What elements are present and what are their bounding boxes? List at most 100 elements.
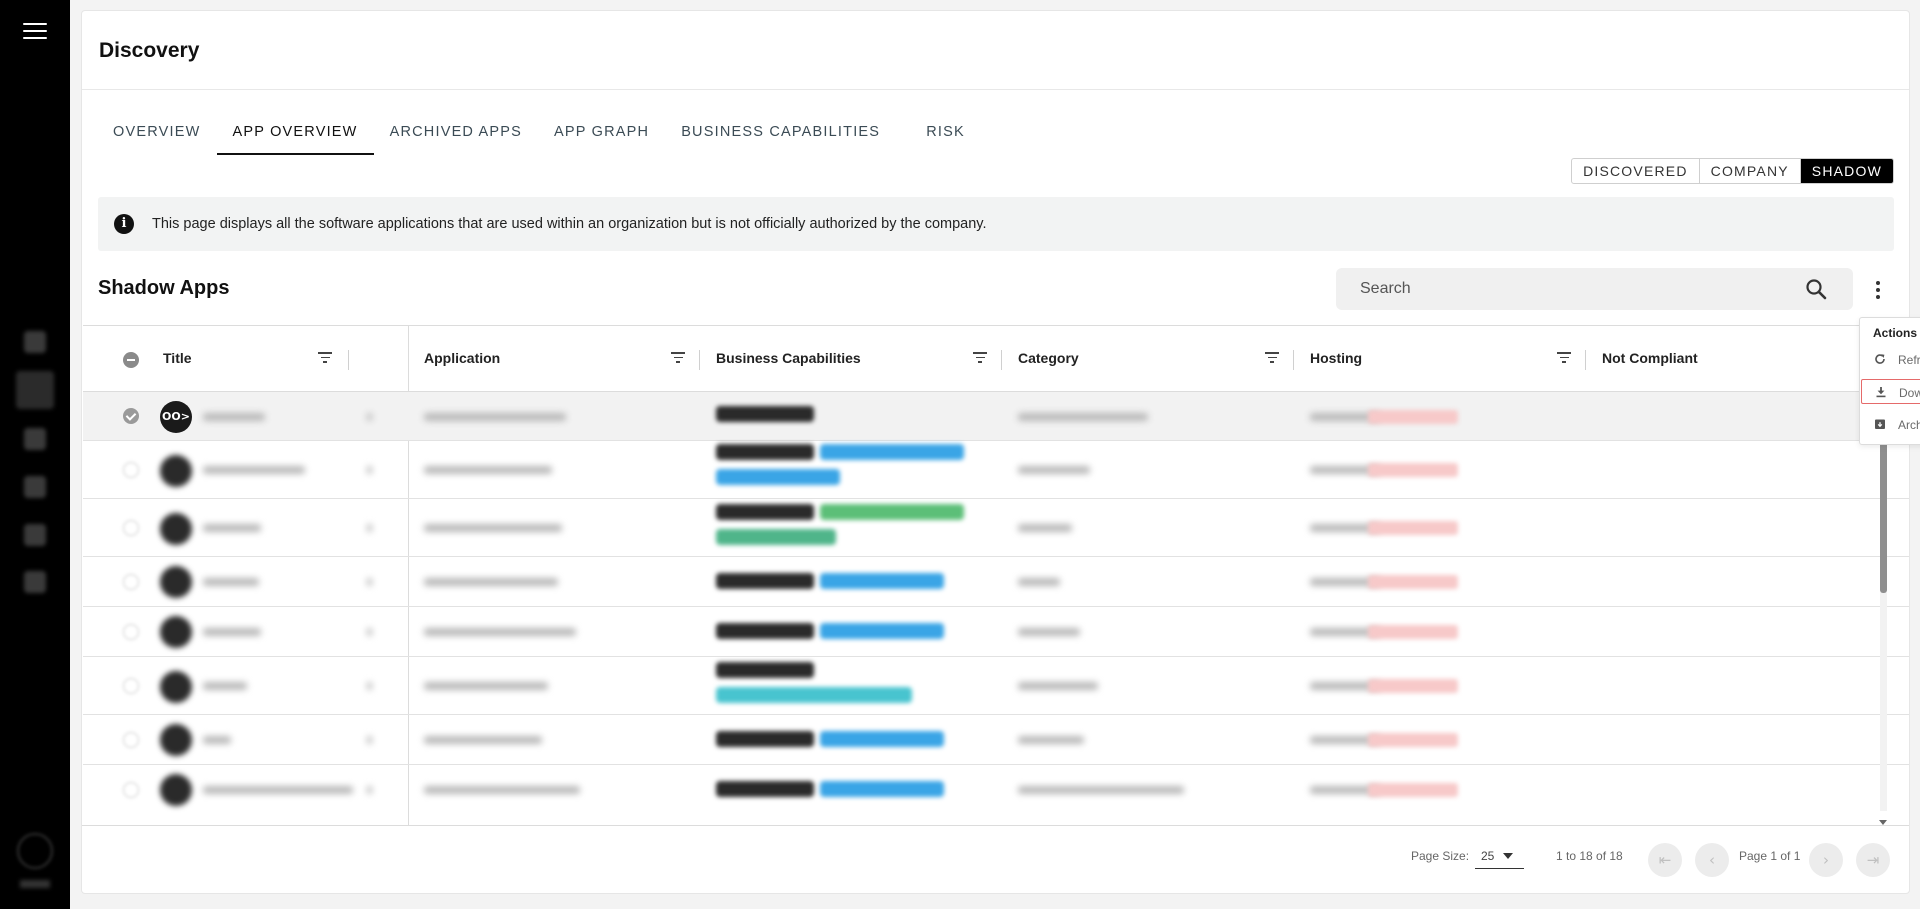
search-input[interactable] [1336, 268, 1776, 310]
user-avatar[interactable] [17, 833, 53, 869]
dashboard-nav-icon[interactable] [24, 331, 46, 353]
redacted-text [1018, 466, 1090, 474]
apps-table: Title Application Business Capabilities … [83, 325, 1909, 825]
redacted-text [424, 524, 562, 532]
tab-archived-apps[interactable]: ARCHIVED APPS [374, 109, 538, 155]
capability-chip [716, 504, 814, 520]
not-compliant-badge [1368, 783, 1458, 797]
section-title: Shadow Apps [98, 277, 230, 299]
app-logo: OO> [160, 401, 192, 433]
table-row[interactable] [83, 607, 1909, 657]
page-size-select[interactable]: 25 [1475, 845, 1524, 869]
capability-chip [716, 406, 814, 422]
redacted-text [367, 736, 372, 744]
redacted-text [1018, 413, 1148, 421]
redacted-text [367, 524, 372, 532]
not-compliant-badge [1368, 575, 1458, 589]
capability-chip [820, 504, 964, 520]
settings-nav-icon[interactable] [24, 571, 46, 593]
vertical-scrollbar[interactable] [1879, 401, 1887, 825]
filter-business-capabilities-icon[interactable] [973, 352, 987, 364]
discovery-nav-icon[interactable] [16, 371, 54, 409]
select-all-checkbox[interactable] [123, 352, 139, 368]
capability-chip [716, 623, 814, 639]
row-checkbox[interactable] [123, 408, 139, 424]
table-row[interactable] [83, 557, 1909, 607]
filter-title-icon[interactable] [318, 352, 332, 364]
previous-page-button[interactable]: ‹ [1695, 843, 1729, 877]
filter-hosting-icon[interactable] [1557, 352, 1571, 364]
refresh-menu-item[interactable]: Refresh [1861, 347, 1920, 372]
redacted-text [203, 682, 247, 690]
table-row[interactable] [83, 657, 1909, 715]
nav-icon-5[interactable] [24, 524, 46, 546]
nav-icon-3[interactable] [24, 428, 46, 450]
tab-app-overview[interactable]: APP OVERVIEW [216, 109, 374, 155]
more-options-icon[interactable] [1868, 279, 1888, 303]
capability-chip [716, 662, 814, 678]
redacted-text [424, 736, 542, 744]
column-separator [1585, 350, 1586, 370]
chevron-down-icon [1503, 853, 1513, 859]
row-range-text: 1 to 18 of 18 [1556, 849, 1623, 863]
refresh-label: Refresh [1898, 353, 1920, 367]
user-label [20, 880, 50, 888]
col-category[interactable]: Category [1018, 350, 1079, 366]
capability-chip [820, 623, 944, 639]
search-box [1336, 268, 1853, 310]
toggle-discovered[interactable]: DISCOVERED [1572, 159, 1700, 183]
col-business-capabilities[interactable]: Business Capabilities [716, 350, 861, 366]
last-page-button[interactable]: ⇥ [1856, 843, 1890, 877]
col-application[interactable]: Application [424, 350, 500, 366]
app-logo [160, 513, 192, 545]
table-row[interactable] [83, 715, 1909, 765]
table-header: Title Application Business Capabilities … [83, 326, 1909, 392]
nav-icon-4[interactable] [24, 476, 46, 498]
col-title[interactable]: Title [163, 350, 192, 366]
redacted-text [424, 466, 552, 474]
toggle-company[interactable]: COMPANY [1700, 159, 1801, 183]
first-page-button[interactable]: ⇤ [1648, 843, 1682, 877]
capability-chip [716, 529, 836, 545]
download-menu-item[interactable]: Download [1861, 379, 1920, 404]
row-checkbox[interactable] [123, 624, 139, 640]
col-hosting[interactable]: Hosting [1310, 350, 1362, 366]
row-checkbox[interactable] [123, 782, 139, 798]
row-checkbox[interactable] [123, 678, 139, 694]
download-label: Download [1899, 386, 1920, 400]
info-icon: i [114, 214, 134, 234]
hamburger-menu-icon[interactable] [23, 23, 47, 41]
column-separator [1001, 350, 1002, 370]
not-compliant-badge [1368, 733, 1458, 747]
toggle-shadow[interactable]: SHADOW [1800, 159, 1893, 183]
row-checkbox[interactable] [123, 462, 139, 478]
row-checkbox[interactable] [123, 520, 139, 536]
table-row[interactable]: OO> [83, 392, 1909, 441]
table-row[interactable] [83, 441, 1909, 499]
column-separator [699, 350, 700, 370]
capability-chip [820, 573, 944, 589]
capability-chip [716, 573, 814, 589]
filter-application-icon[interactable] [671, 352, 685, 364]
tab-overview[interactable]: OVERVIEW [97, 109, 217, 155]
redacted-text [367, 682, 372, 690]
next-page-button[interactable]: › [1809, 843, 1843, 877]
redacted-text [1018, 736, 1084, 744]
search-icon[interactable] [1805, 278, 1827, 300]
row-checkbox[interactable] [123, 732, 139, 748]
row-checkbox[interactable] [123, 574, 139, 590]
tab-risk[interactable]: RISK [910, 109, 981, 155]
redacted-text [1018, 578, 1060, 586]
redacted-text [367, 578, 372, 586]
archive-menu-item[interactable]: Archive [1861, 412, 1920, 437]
table-row[interactable] [83, 499, 1909, 557]
table-row[interactable] [83, 765, 1909, 815]
tab-business-capabilities[interactable]: BUSINESS CAPABILITIES [665, 109, 896, 155]
tab-app-graph[interactable]: APP GRAPH [538, 109, 665, 155]
filter-category-icon[interactable] [1265, 352, 1279, 364]
page-indicator: Page 1 of 1 [1739, 849, 1801, 863]
not-compliant-badge [1368, 625, 1458, 639]
redacted-text [203, 578, 259, 586]
page-size-value: 25 [1481, 849, 1495, 863]
col-not-compliant[interactable]: Not Compliant [1602, 350, 1698, 366]
